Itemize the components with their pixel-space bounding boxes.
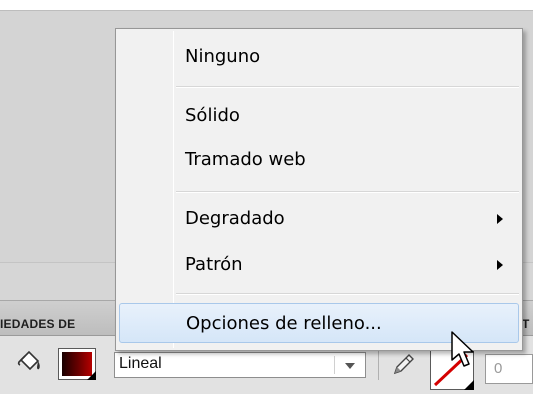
menu-item-label: Opciones de relleno... (186, 313, 382, 334)
menu-item-tramado-web[interactable]: Tramado web (119, 140, 519, 180)
paint-bucket-icon[interactable] (15, 348, 43, 376)
stroke-width-input[interactable]: 0 (485, 354, 533, 384)
chevron-down-icon (345, 363, 355, 369)
menu-item-label: Sólido (185, 105, 240, 126)
fill-context-menu: Ninguno Sólido Tramado web Degradado Pat… (115, 28, 523, 351)
panel-title-right: T (522, 317, 530, 331)
fill-type-select[interactable]: Lineal (114, 352, 366, 378)
chevron-right-icon (497, 260, 503, 270)
mouse-pointer-icon (451, 331, 474, 367)
menu-item-degradado[interactable]: Degradado (119, 199, 519, 239)
menu-item-label: Ninguno (185, 46, 261, 67)
menu-separator (176, 191, 519, 193)
menu-gutter (173, 31, 174, 348)
menu-item-ninguno[interactable]: Ninguno (119, 37, 519, 77)
menu-item-solido[interactable]: Sólido (119, 96, 519, 136)
menu-item-label: Tramado web (185, 149, 306, 170)
menu-item-label: Degradado (185, 208, 285, 229)
pencil-icon[interactable] (389, 350, 417, 378)
panel-title: IEDADES DE (0, 317, 76, 331)
fill-type-value: Lineal (119, 355, 162, 372)
menu-item-patron[interactable]: Patrón (119, 245, 519, 285)
fill-color-swatch[interactable] (58, 348, 96, 380)
toolbar-divider (378, 350, 379, 380)
menu-item-label: Patrón (185, 254, 243, 275)
chevron-right-icon (497, 214, 503, 224)
menu-separator (176, 293, 519, 295)
swatch-dropdown-corner (87, 371, 96, 380)
select-separator (334, 356, 335, 374)
menu-separator (176, 86, 519, 88)
swatch-dropdown-corner (464, 380, 474, 390)
